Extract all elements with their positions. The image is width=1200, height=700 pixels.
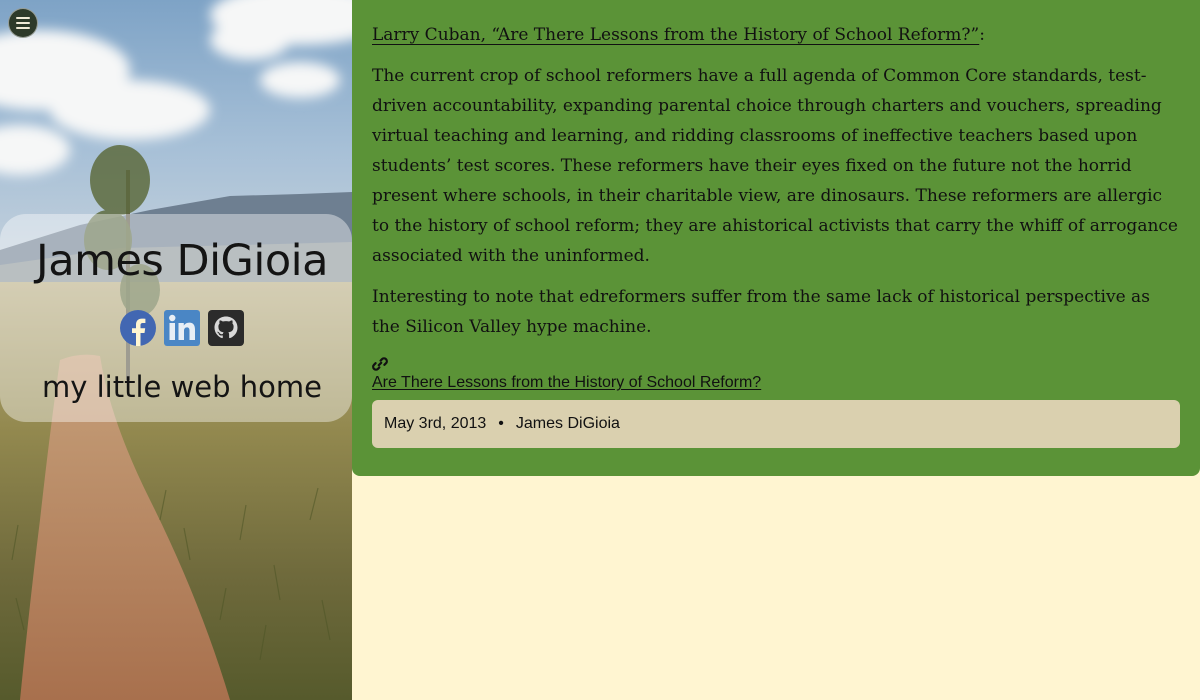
site-title: James DiGioia [36,236,328,286]
source-line: Larry Cuban, “Are There Lessons from the… [372,20,1180,50]
social-links [0,310,352,346]
post-date: May 3rd, 2013 [384,415,487,432]
post-meta-bar: May 3rd, 2013 • James DiGioia [372,400,1180,448]
quote-text: The current crop of school reformers hav… [372,66,1178,266]
post-permalink[interactable]: Are There Lessons from the History of Sc… [372,374,761,392]
source-suffix: : [979,25,985,45]
linkedin-link[interactable] [164,310,200,346]
post-card: Larry Cuban, “Are There Lessons from the… [352,0,1200,476]
meta-separator: • [498,415,504,432]
facebook-link[interactable] [120,310,156,346]
sidebar: James DiGioia my little web home [0,0,352,700]
post-author[interactable]: James DiGioia [516,415,620,433]
site-tagline: my little web home [41,370,322,404]
profile-card: James DiGioia my little web home [0,214,352,422]
github-icon [208,310,244,346]
menu-toggle-button[interactable] [8,8,38,38]
github-link[interactable] [208,310,244,346]
link-icon[interactable] [372,356,388,372]
commentary-text: Interesting to note that edreformers suf… [372,287,1150,337]
facebook-icon [120,310,156,346]
linkedin-icon [164,310,200,346]
source-link[interactable]: Larry Cuban, “Are There Lessons from the… [372,25,979,45]
hamburger-menu-icon [16,17,30,29]
